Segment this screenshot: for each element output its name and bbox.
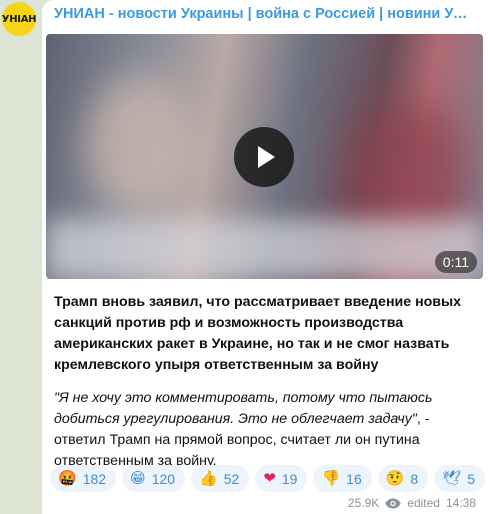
message-text: Трамп вновь заявил, что рассматривает вв… [54, 292, 480, 472]
eye-icon [385, 498, 401, 509]
edited-label: edited [407, 496, 440, 510]
raised-eyebrow-face-icon: 🤨 [385, 469, 405, 487]
reaction-count: 52 [223, 470, 240, 487]
video-blur-shape [86, 74, 196, 214]
reaction-heart[interactable]: ❤ 19 [255, 465, 308, 492]
reactions-bar: 🤬 182 😁 120 👍 52 ❤ 19 👎 16 🤨 8 🕊 5 [50, 465, 486, 492]
reaction-count: 5 [467, 470, 476, 487]
message-quote: "Я не хочу это комментировать, потому чт… [54, 390, 433, 427]
heart-icon: ❤ [263, 469, 276, 487]
reaction-grin[interactable]: 😁 120 [122, 465, 186, 492]
channel-title[interactable]: УНИАН - новости Украины | война с Россие… [54, 6, 474, 22]
message-time: 14:38 [445, 496, 476, 510]
reaction-count: 19 [281, 470, 298, 487]
thumbs-down-icon: 👎 [321, 469, 341, 487]
video-blur-shape [46, 219, 483, 279]
message-headline: Трамп вновь заявил, что рассматривает вв… [54, 294, 462, 373]
reaction-count: 120 [151, 470, 176, 487]
thumbs-up-icon: 👍 [199, 469, 218, 487]
view-count: 25.9K [347, 496, 380, 510]
message-paragraph: "Я не хочу это комментировать, потому чт… [54, 388, 480, 472]
video-preview[interactable]: 0:11 [46, 34, 483, 279]
grinning-face-icon: 😁 [130, 469, 146, 487]
play-icon [258, 146, 275, 168]
video-duration: 0:11 [434, 251, 477, 273]
reaction-count: 16 [346, 470, 362, 487]
play-button[interactable] [234, 127, 294, 187]
angry-face-icon: 🤬 [58, 469, 77, 487]
reaction-thumbs-down[interactable]: 👎 16 [313, 465, 372, 492]
message-meta: 25.9K edited 14:38 [348, 496, 476, 510]
reaction-angry[interactable]: 🤬 182 [50, 465, 117, 492]
dove-icon: 🕊 [442, 469, 462, 487]
reaction-thumbs-up[interactable]: 👍 52 [191, 465, 250, 492]
reaction-count: 182 [82, 470, 107, 487]
reaction-count: 8 [410, 470, 419, 487]
channel-avatar[interactable]: УНІАН [1, 2, 37, 36]
avatar-label: УНІАН [1, 13, 37, 25]
reaction-raised-eyebrow[interactable]: 🤨 8 [377, 465, 429, 492]
reaction-dove[interactable]: 🕊 5 [434, 465, 486, 492]
message-bubble: УНИАН - новости Украины | война с Россие… [42, 0, 488, 514]
